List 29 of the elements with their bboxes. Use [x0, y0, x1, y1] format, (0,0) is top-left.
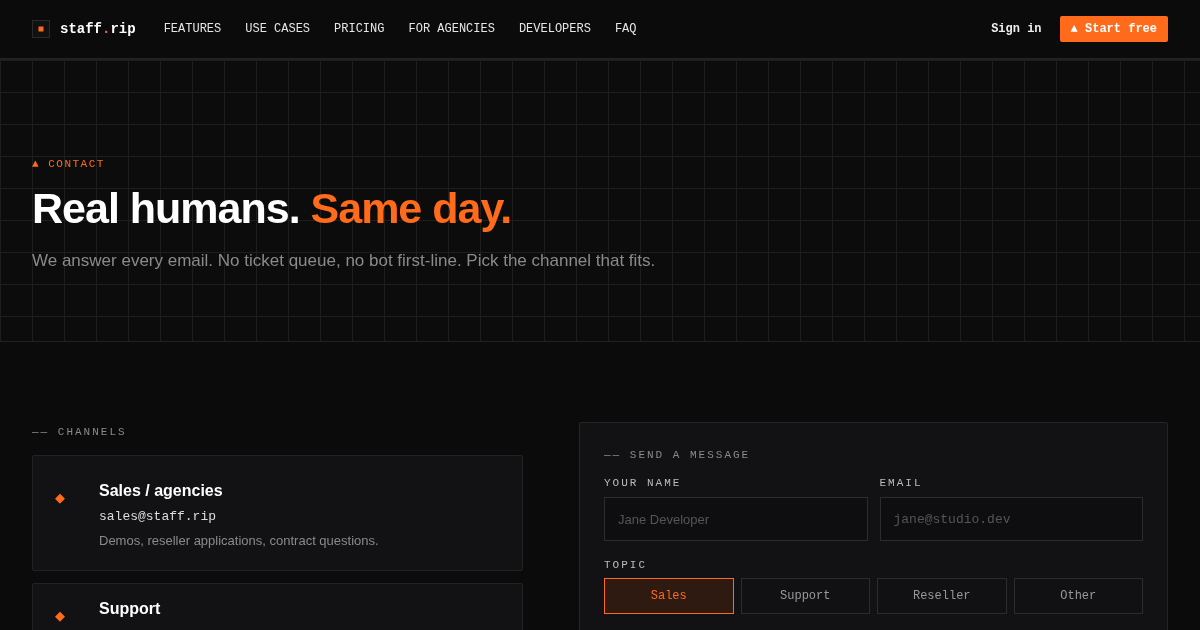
- diamond-icon: ◆: [55, 488, 65, 548]
- field-label: TOPIC: [604, 559, 648, 571]
- field-label: YOUR NAME: [604, 477, 683, 489]
- channel-email[interactable]: sales@staff.rip: [99, 509, 379, 524]
- diamond-icon: ◆: [55, 606, 65, 626]
- field-label: EMAIL: [879, 477, 924, 489]
- sign-in-link[interactable]: Sign in: [991, 22, 1042, 36]
- headline: Real humans. Same day.: [32, 184, 513, 234]
- channel-title: Sales / agencies: [99, 482, 224, 500]
- channel-description: Demos, reseller applications, contract questions.: [99, 533, 379, 548]
- nav-link[interactable]: DEVELOPERS: [518, 22, 591, 36]
- topic-option[interactable]: Other: [1013, 578, 1143, 614]
- nav-link[interactable]: FEATURES: [163, 22, 222, 36]
- subtitle: We answer every email. No ticket queue, no bot first-line. Pick the channel that fits.: [32, 251, 657, 272]
- nav-link[interactable]: USE CASES: [245, 22, 311, 36]
- logo-icon: [32, 20, 50, 38]
- topic-option[interactable]: Support: [740, 578, 870, 614]
- section-eyebrow: ▲ CONTACT: [32, 158, 106, 170]
- section-label: —— CHANNELS: [32, 426, 128, 438]
- form-label: —— SEND A MESSAGE: [604, 449, 752, 461]
- input-field[interactable]: jane@studio.dev: [879, 497, 1143, 541]
- topic-option[interactable]: Reseller: [877, 578, 1007, 614]
- logo-text[interactable]: staff.rip: [60, 21, 136, 37]
- input-field[interactable]: Jane Developer: [604, 497, 868, 541]
- nav-link[interactable]: FAQ: [614, 22, 637, 36]
- topic-option[interactable]: Sales: [604, 578, 734, 614]
- nav-link[interactable]: PRICING: [334, 22, 385, 36]
- nav-link[interactable]: FOR AGENCIES: [408, 22, 495, 36]
- channel-title: Support: [99, 600, 161, 618]
